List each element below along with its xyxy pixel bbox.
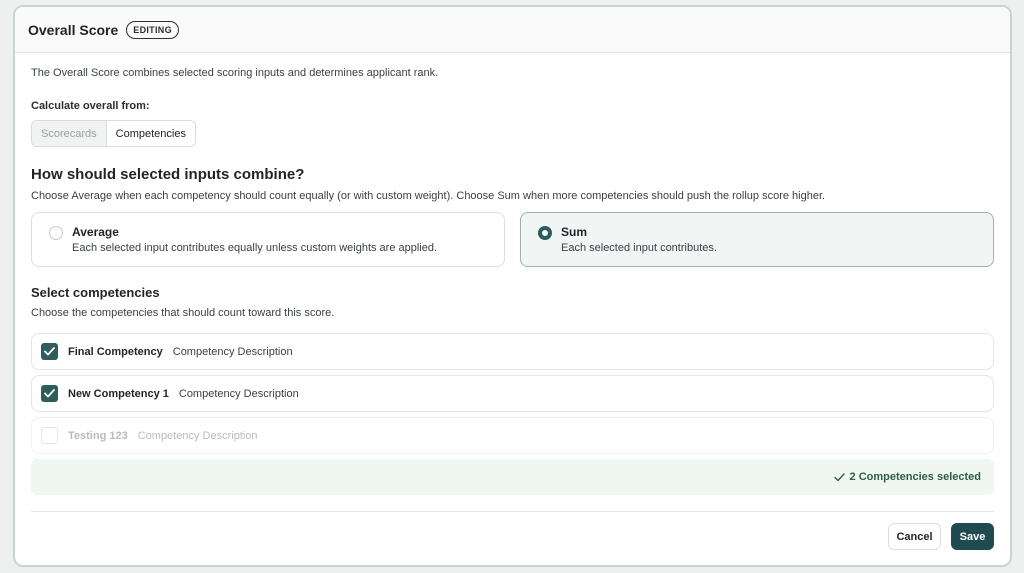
combine-subheading: Choose Average when each competency shou…: [31, 190, 826, 202]
competencies-option[interactable]: Competencies: [106, 121, 195, 146]
competency-name: Final Competency: [68, 345, 163, 358]
scorecards-option[interactable]: Scorecards: [32, 121, 107, 146]
average-desc: Each selected input contributes equally …: [72, 242, 438, 254]
calculate-segmented-control: Scorecards Competencies: [31, 120, 196, 147]
intro-text: The Overall Score combines selected scor…: [31, 67, 439, 79]
competency-row[interactable]: New Competency 1 Competency Description: [31, 375, 994, 412]
footer-divider: [31, 511, 994, 512]
competency-list: Final Competency Competency Description …: [31, 333, 994, 454]
footer-actions: Cancel Save: [31, 523, 994, 550]
competency-row[interactable]: Testing 123 Competency Description: [31, 417, 994, 454]
competency-desc: Competency Description: [178, 387, 299, 400]
save-button[interactable]: Save: [951, 523, 994, 550]
competency-desc: Competency Description: [172, 345, 293, 358]
panel-content: The Overall Score combines selected scor…: [15, 67, 1010, 550]
average-option[interactable]: Average Each selected input contributes …: [31, 212, 505, 267]
competency-desc: Competency Description: [137, 429, 258, 442]
average-title: Average: [72, 225, 119, 239]
sum-option[interactable]: Sum Each selected input contributes.: [520, 212, 994, 267]
selection-summary: 2 Competencies selected: [31, 459, 994, 495]
competencies-subheading: Choose the competencies that should coun…: [31, 307, 335, 319]
competency-name: New Competency 1: [68, 387, 169, 400]
sum-title: Sum: [561, 225, 588, 239]
overall-score-panel: Overall Score EDITING The Overall Score …: [13, 5, 1012, 567]
sum-desc: Each selected input contributes.: [561, 242, 717, 254]
calculate-label: Calculate overall from:: [31, 100, 150, 112]
competency-name: Testing 123: [68, 429, 128, 442]
panel-title: Overall Score: [28, 21, 119, 38]
competencies-heading: Select competencies: [31, 285, 160, 300]
editing-badge: EDITING: [126, 20, 179, 39]
competency-row[interactable]: Final Competency Competency Description: [31, 333, 994, 370]
checkbox-checked-icon[interactable]: [41, 385, 58, 402]
cancel-button[interactable]: Cancel: [888, 523, 941, 550]
average-radio-icon[interactable]: [49, 226, 63, 240]
combine-options: Average Each selected input contributes …: [31, 212, 994, 267]
sum-radio-icon[interactable]: [538, 226, 552, 240]
check-icon: [833, 472, 845, 481]
summary-text: 2 Competencies selected: [849, 471, 981, 483]
panel-header: Overall Score EDITING: [15, 7, 1010, 53]
combine-heading: How should selected inputs combine?: [31, 166, 305, 183]
checkbox-checked-icon[interactable]: [41, 343, 58, 360]
checkbox-unchecked-icon[interactable]: [41, 427, 58, 444]
